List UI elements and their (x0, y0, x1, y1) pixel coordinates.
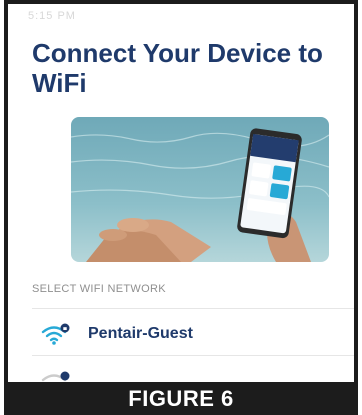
network-row[interactable] (32, 357, 354, 382)
network-name: Pentair-Guest (88, 325, 193, 342)
wifi-lock-icon (41, 323, 70, 345)
hero-image (71, 117, 329, 262)
network-row[interactable]: Pentair-Guest › (32, 308, 354, 356)
chevron-right-icon: › (353, 319, 354, 344)
wifi-lock-icon (41, 371, 70, 382)
select-network-label: SELECT WIFI NETWORK (32, 283, 166, 295)
status-bar-text: 5:15 PM (28, 10, 76, 22)
figure-caption: FIGURE 6 (4, 382, 358, 415)
page-title: Connect Your Device to WiFi (32, 38, 323, 98)
phone-screen: 5:15 PM Connect Your Device to WiFi SELE… (4, 0, 358, 382)
